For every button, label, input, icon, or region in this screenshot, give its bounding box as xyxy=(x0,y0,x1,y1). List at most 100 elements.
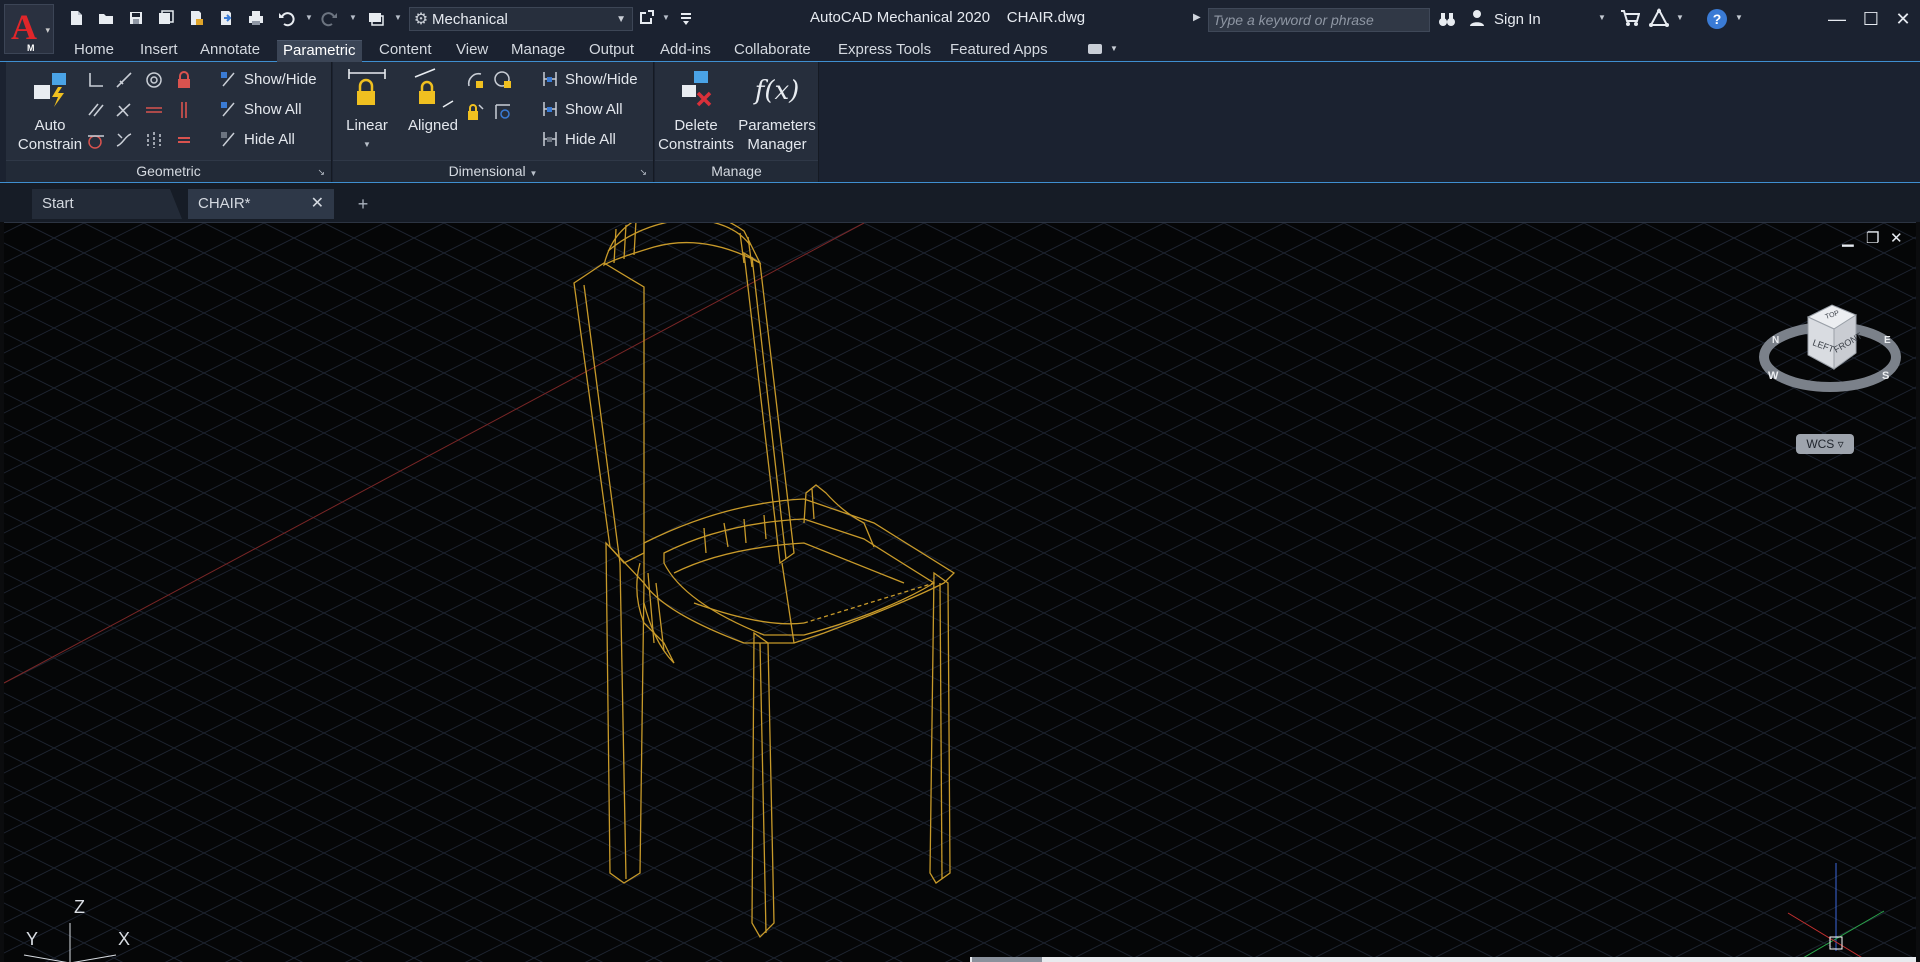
save-as-icon[interactable] xyxy=(156,8,176,28)
plot-icon[interactable] xyxy=(246,8,266,28)
redo-dropdown-icon[interactable]: ▼ xyxy=(349,13,357,22)
sign-in-dropdown-icon[interactable]: ▼ xyxy=(1598,13,1606,22)
auto-constrain-button[interactable]: Auto Constrain xyxy=(12,66,88,154)
tab-annotate[interactable]: Annotate xyxy=(194,40,266,62)
share-dropdown-icon[interactable]: ▼ xyxy=(662,13,670,22)
file-tab-chair[interactable]: CHAIR* ✕ xyxy=(188,189,334,219)
geometric-hide-all-button[interactable]: Hide All xyxy=(220,130,295,148)
user-icon[interactable] xyxy=(1468,9,1486,32)
viewport-minimize-icon[interactable]: ▁ xyxy=(1842,229,1854,247)
tab-insert[interactable]: Insert xyxy=(134,40,184,62)
open-from-web-icon[interactable] xyxy=(186,8,206,28)
chair-side-panel xyxy=(636,562,675,664)
parallel-constraint-icon[interactable] xyxy=(86,100,106,120)
tab-collaborate[interactable]: Collaborate xyxy=(728,40,817,62)
autodesk-a360-icon[interactable] xyxy=(1648,7,1670,33)
tab-output[interactable]: Output xyxy=(583,40,640,62)
redo-icon[interactable] xyxy=(320,8,340,28)
tab-express-tools[interactable]: Express Tools xyxy=(832,40,937,62)
chair-front-left-leg-edge xyxy=(759,642,767,934)
a360-dropdown-icon[interactable]: ▼ xyxy=(1676,13,1684,22)
constraint-settings-icon[interactable] xyxy=(493,102,513,122)
viewport-close-icon[interactable]: ✕ xyxy=(1890,229,1903,247)
drawing-viewport[interactable]: ▁ ❐ ✕ TOP LEFT FRONT N W S E WCS ▿ Z Y X xyxy=(4,222,1916,962)
search-expand-icon[interactable]: ▶ xyxy=(1193,12,1201,23)
ribbon-options-dropdown-icon[interactable]: ▼ xyxy=(1110,44,1118,53)
plot-preview-icon[interactable] xyxy=(366,8,386,28)
vertical-constraint-icon[interactable] xyxy=(174,100,194,120)
new-file-icon[interactable] xyxy=(66,8,86,28)
tab-parametric[interactable]: Parametric xyxy=(277,40,362,62)
coincident-constraint-icon[interactable] xyxy=(86,70,106,90)
new-tab-button[interactable]: + xyxy=(352,195,374,215)
qat-dropdown-icon[interactable]: ▼ xyxy=(394,13,402,22)
angular-dimension-icon[interactable] xyxy=(465,70,485,90)
hide-all-icon xyxy=(543,132,557,146)
sign-in-button[interactable]: Sign In xyxy=(1494,11,1541,28)
close-window-icon[interactable]: ✕ xyxy=(1888,6,1918,32)
search-input[interactable]: Type a keyword or phrase xyxy=(1208,8,1430,32)
tab-add-ins[interactable]: Add-ins xyxy=(654,40,717,62)
close-icon[interactable]: ✕ xyxy=(311,189,324,219)
geometric-show-all-button[interactable]: Show All xyxy=(220,100,302,118)
save-to-web-icon[interactable] xyxy=(216,8,236,28)
symmetric-constraint-icon[interactable] xyxy=(144,130,164,150)
tab-content[interactable]: Content xyxy=(373,40,438,62)
wcs-menu-button[interactable]: WCS ▿ xyxy=(1796,434,1854,454)
help-dropdown-icon[interactable]: ▼ xyxy=(1735,13,1743,22)
manage-panel-title[interactable]: Manage xyxy=(655,160,818,182)
customize-qat-icon[interactable] xyxy=(676,8,696,28)
undo-dropdown-icon[interactable]: ▼ xyxy=(305,13,313,22)
collinear-constraint-icon[interactable] xyxy=(114,70,134,90)
tab-home[interactable]: Home xyxy=(68,40,120,62)
fix-constraint-icon[interactable] xyxy=(174,70,194,90)
camera-icon[interactable] xyxy=(1088,44,1102,54)
application-menu-button[interactable]: A M ▾ xyxy=(4,4,54,54)
dimensional-panel-title[interactable]: Dimensional ▼ xyxy=(333,160,653,182)
undo-icon[interactable] xyxy=(276,8,296,28)
horizontal-constraint-icon[interactable] xyxy=(144,100,164,120)
tab-view[interactable]: View xyxy=(450,40,494,62)
viewport-restore-icon[interactable]: ❐ xyxy=(1866,229,1879,247)
chair-back-right-edge xyxy=(751,256,787,560)
tab-featured-apps[interactable]: Featured Apps xyxy=(944,40,1054,62)
radial-dimension-icon[interactable] xyxy=(493,70,513,90)
dimensional-show-all-button[interactable]: Show All xyxy=(541,100,623,118)
horizontal-scrollbar[interactable] xyxy=(970,957,1916,962)
share-icon[interactable] xyxy=(636,8,656,28)
maximize-window-icon[interactable]: ☐ xyxy=(1856,6,1886,32)
panel-launcher-icon[interactable]: ↘ xyxy=(317,167,325,178)
help-icon[interactable]: ? xyxy=(1707,9,1727,29)
smooth-constraint-icon[interactable] xyxy=(114,130,134,150)
concentric-constraint-icon[interactable] xyxy=(144,70,164,90)
convert-dimension-icon[interactable] xyxy=(465,102,485,122)
delete-constraints-button[interactable]: Delete Constraints xyxy=(657,66,735,154)
aligned-dimension-button[interactable]: Aligned xyxy=(401,66,465,135)
viewcube[interactable]: TOP LEFT FRONT N W S E xyxy=(1754,287,1904,397)
scrollbar-thumb[interactable] xyxy=(972,957,1042,962)
equal-constraint-icon[interactable] xyxy=(174,130,194,150)
tab-manage[interactable]: Manage xyxy=(505,40,571,62)
save-icon[interactable] xyxy=(126,8,146,28)
open-file-icon[interactable] xyxy=(96,8,116,28)
chair-side-panel-ribs xyxy=(647,572,665,652)
perpendicular-constraint-icon[interactable] xyxy=(114,100,134,120)
dimensional-hide-all-button[interactable]: Hide All xyxy=(541,130,616,148)
x-axis-line xyxy=(4,223,865,684)
geometric-show-hide-button[interactable]: Show/Hide xyxy=(220,70,317,88)
cart-icon[interactable] xyxy=(1620,9,1641,32)
workspace-selector[interactable]: ⚙ Mechanical ▼ xyxy=(409,7,633,31)
dimensional-show-hide-button[interactable]: Show/Hide xyxy=(541,70,638,88)
parameters-manager-button[interactable]: f(x) Parameters Manager xyxy=(737,66,817,154)
tangent-constraint-icon[interactable] xyxy=(86,130,106,150)
linear-dropdown-icon[interactable]: ▼ xyxy=(335,135,399,154)
geometric-panel-title[interactable]: Geometric xyxy=(6,160,331,182)
geometric-hide-all-label: Hide All xyxy=(244,130,295,148)
model-space-canvas[interactable] xyxy=(4,223,1916,962)
panel-launcher-icon[interactable]: ↘ xyxy=(639,167,647,178)
aligned-label: Aligned xyxy=(407,117,459,134)
file-tab-start[interactable]: Start xyxy=(32,189,182,219)
linear-dimension-button[interactable]: Linear ▼ xyxy=(335,66,399,154)
binoculars-icon[interactable] xyxy=(1438,10,1456,33)
minimize-window-icon[interactable]: — xyxy=(1822,6,1852,32)
